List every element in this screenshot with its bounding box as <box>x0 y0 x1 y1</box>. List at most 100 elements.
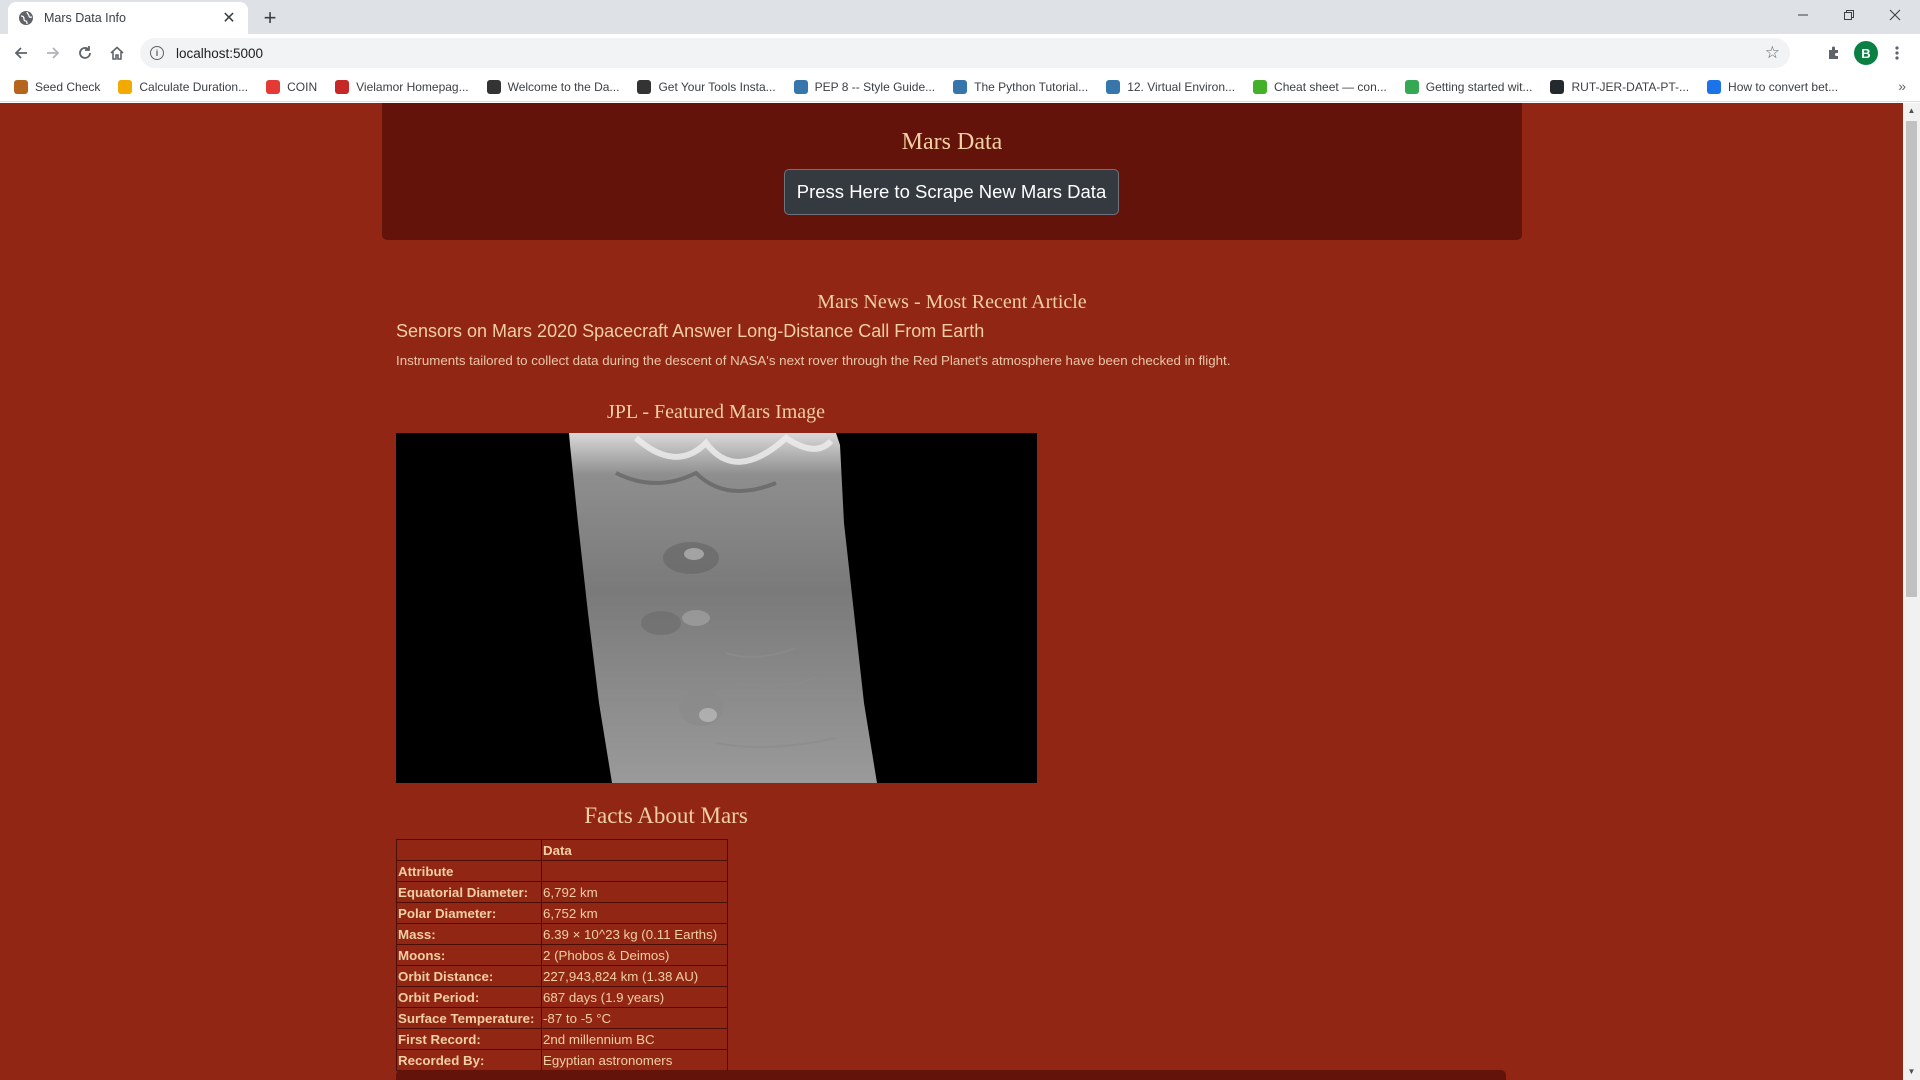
header-jumbotron: Mars Data Press Here to Scrape New Mars … <box>382 103 1522 240</box>
bookmark-item[interactable]: Get Your Tools Insta... <box>637 79 776 94</box>
scrape-button[interactable]: Press Here to Scrape New Mars Data <box>784 169 1119 215</box>
facts-table: Data Attribute Equatorial Diameter: 6,792… <box>396 839 728 1071</box>
restore-icon[interactable] <box>1826 0 1872 30</box>
fact-value: 6,792 km <box>541 881 728 903</box>
bookmark-item[interactable]: The Python Tutorial... <box>953 79 1088 94</box>
tab-title: Mars Data Info <box>44 11 126 25</box>
featured-mars-image <box>396 433 1037 783</box>
bookmark-label: Vielamor Homepag... <box>356 79 469 94</box>
minimize-icon[interactable] <box>1780 0 1826 30</box>
menu-icon[interactable] <box>1885 41 1909 65</box>
fact-attribute: Equatorial Diameter: <box>396 881 542 903</box>
bookmark-item[interactable]: RUT-JER-DATA-PT-... <box>1550 79 1689 94</box>
bookmark-favicon-icon <box>953 79 968 94</box>
fact-attribute: First Record: <box>396 1028 542 1050</box>
fact-value: 6.39 × 10^23 kg (0.11 Earths) <box>541 923 728 945</box>
extensions-icon[interactable] <box>1822 41 1846 65</box>
bookmark-label: Calculate Duration... <box>139 79 249 94</box>
news-heading: Mars News - Most Recent Article <box>817 291 1087 313</box>
table-corner-cell <box>396 839 542 861</box>
bookmark-favicon-icon <box>486 79 501 94</box>
site-info-icon[interactable]: i <box>150 46 164 60</box>
news-title: Sensors on Mars 2020 Spacecraft Answer L… <box>396 321 985 341</box>
home-icon[interactable] <box>103 39 131 67</box>
bookmark-favicon-icon <box>793 79 808 94</box>
bookmark-label: Cheat sheet — con... <box>1274 79 1387 94</box>
fact-attribute: Mass: <box>396 923 542 945</box>
reload-icon[interactable] <box>71 39 99 67</box>
table-row: Orbit Period: 687 days (1.9 years) <box>396 986 728 1008</box>
page-scrollbar[interactable]: ▲ ▼ <box>1903 103 1920 1080</box>
bookmark-item[interactable]: Getting started wit... <box>1404 79 1533 94</box>
fact-attribute: Polar Diameter: <box>396 902 542 924</box>
table-row: Orbit Distance: 227,943,824 km (1.38 AU) <box>396 965 728 987</box>
bookmarks-bar: Seed Check Calculate Duration... COIN Viela… <box>0 72 1920 102</box>
bookmark-star-icon[interactable]: ☆ <box>1765 43 1780 63</box>
facts-table-body: Equatorial Diameter: 6,792 km Polar Diamet… <box>396 881 728 1071</box>
table-row: Moons: 2 (Phobos & Deimos) <box>396 944 728 966</box>
bookmark-favicon-icon <box>637 79 652 94</box>
forward-icon[interactable] <box>39 39 67 67</box>
fact-attribute: Orbit Period: <box>396 986 542 1008</box>
table-row: First Record: 2nd millennium BC <box>396 1028 728 1050</box>
browser-toolbar: i localhost:5000 ☆ B <box>0 34 1920 72</box>
more-bookmarks-icon[interactable]: » <box>1898 78 1906 94</box>
profile-avatar[interactable]: B <box>1854 41 1878 65</box>
bookmark-label: Seed Check <box>35 79 101 94</box>
browser-tab[interactable]: Mars Data Info ✕ <box>8 2 248 34</box>
bookmark-item[interactable]: COIN <box>266 79 318 94</box>
bookmark-favicon-icon <box>14 79 28 94</box>
new-tab-icon[interactable]: + <box>258 6 282 30</box>
url-text[interactable]: localhost:5000 <box>176 46 263 61</box>
globe-icon <box>18 10 34 26</box>
bookmark-favicon-icon <box>1404 79 1419 94</box>
table-row: Surface Temperature: -87 to -5 °C <box>396 1007 728 1029</box>
tab-strip: Mars Data Info ✕ + <box>0 0 1920 34</box>
fact-value: 687 days (1.9 years) <box>541 986 728 1008</box>
bookmark-label: Getting started wit... <box>1425 79 1533 94</box>
page-title: Mars Data <box>901 129 1003 155</box>
fact-value: 227,943,824 km (1.38 AU) <box>541 965 728 987</box>
bookmark-item[interactable]: Calculate Duration... <box>118 79 249 94</box>
bookmark-item[interactable]: How to convert bet... <box>1707 79 1838 94</box>
bookmark-favicon-icon <box>266 79 281 94</box>
bookmark-item[interactable]: 12. Virtual Environ... <box>1106 79 1236 94</box>
bookmark-item[interactable]: Cheat sheet — con... <box>1253 79 1387 94</box>
bookmark-label: 12. Virtual Environ... <box>1127 79 1236 94</box>
column-header-data: Data <box>541 839 728 861</box>
bookmark-label: PEP 8 -- Style Guide... <box>814 79 936 94</box>
fact-value: Egyptian astronomers <box>541 1049 728 1071</box>
bookmark-favicon-icon <box>1253 79 1268 94</box>
table-header-row: Data <box>396 839 728 861</box>
scrollbar-thumb[interactable] <box>1906 121 1917 597</box>
close-window-icon[interactable] <box>1872 0 1918 30</box>
bookmark-favicon-icon <box>1106 79 1121 94</box>
facts-heading: Facts About Mars <box>584 803 748 828</box>
featured-image-heading: JPL - Featured Mars Image <box>606 401 826 423</box>
index-header-empty <box>541 860 728 882</box>
bookmark-favicon-icon <box>1707 79 1722 94</box>
fact-attribute: Surface Temperature: <box>396 1007 542 1029</box>
scroll-up-icon[interactable]: ▲ <box>1906 105 1917 117</box>
fact-attribute: Moons: <box>396 944 542 966</box>
bookmark-item[interactable]: Vielamor Homepag... <box>335 79 469 94</box>
page-viewport: Mars Data Press Here to Scrape New Mars … <box>0 103 1920 1080</box>
fact-value: 2nd millennium BC <box>541 1028 728 1050</box>
bookmark-item[interactable]: PEP 8 -- Style Guide... <box>793 79 936 94</box>
bookmark-label: COIN <box>287 79 318 94</box>
bookmark-item[interactable]: Welcome to the Da... <box>486 79 620 94</box>
back-icon[interactable] <box>7 39 35 67</box>
hemispheres-panel <box>396 1070 1506 1080</box>
fact-value: 6,752 km <box>541 902 728 924</box>
fact-value: -87 to -5 °C <box>541 1007 728 1029</box>
bookmark-label: Get Your Tools Insta... <box>658 79 776 94</box>
table-row: Polar Diameter: 6,752 km <box>396 902 728 924</box>
table-index-row: Attribute <box>396 860 728 882</box>
bookmark-label: Welcome to the Da... <box>507 79 620 94</box>
scroll-down-icon[interactable]: ▼ <box>1906 1066 1917 1078</box>
close-tab-icon[interactable]: ✕ <box>220 9 238 27</box>
fact-attribute: Orbit Distance: <box>396 965 542 987</box>
address-bar[interactable]: i localhost:5000 ☆ <box>140 38 1790 68</box>
table-row: Mass: 6.39 × 10^23 kg (0.11 Earths) <box>396 923 728 945</box>
bookmark-item[interactable]: Seed Check <box>14 79 101 94</box>
